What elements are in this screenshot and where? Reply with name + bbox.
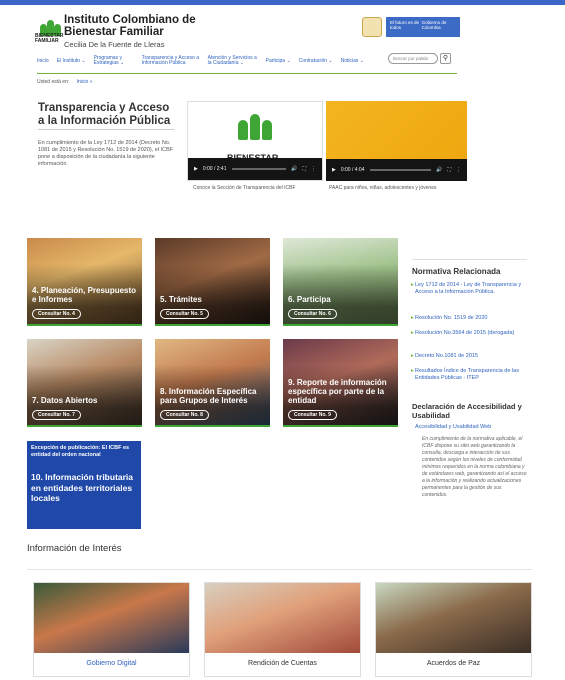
title-divider — [38, 129, 174, 130]
main-nav: Inicio El Instituto ⌄ Programas y Estrat… — [37, 54, 372, 68]
interest-divider — [27, 569, 532, 570]
card-label[interactable]: Gobierno Digital — [34, 660, 189, 667]
video-time: 0:00 / 4:04 — [340, 167, 365, 173]
tile-planeacion[interactable]: 4. Planeación, Presupuesto e Informes Co… — [27, 238, 142, 326]
video-time: 0:00 / 2:41 — [202, 166, 227, 172]
breadcrumb-home[interactable]: Inicio » — [77, 79, 93, 85]
consult-button[interactable]: Consultar No. 6 — [288, 309, 337, 319]
video-player-transparencia[interactable]: BIENESTAR FAMILIAR ▶ 0:00 / 2:41 🔊 ⛶ ⋮ — [187, 101, 323, 181]
tile-grupos-interes[interactable]: 8. Información Específica para Grupos de… — [155, 339, 270, 427]
declaration-link[interactable]: Accesibilidad y Usabilidad Web — [415, 424, 491, 430]
logo-wordmark: BIENESTAR FAMILIAR — [35, 33, 64, 44]
nav-divider — [37, 73, 457, 74]
nav-item-inicio[interactable]: Inicio — [37, 58, 49, 64]
nav-item-transparencia[interactable]: Transparencia y Acceso a Información Púb… — [142, 56, 200, 66]
consult-button[interactable]: Consultar No. 8 — [160, 410, 209, 420]
tile-datos-abiertos[interactable]: 7. Datos Abiertos Consultar No. 7 — [27, 339, 142, 427]
play-icon[interactable]: ▶ — [332, 167, 336, 173]
nav-item-participa[interactable]: Participa ⌄ — [266, 58, 291, 64]
gov-name: Gobierno de Colombia — [421, 20, 447, 30]
tile-tramites[interactable]: 5. Trámites Consultar No. 5 — [155, 238, 270, 326]
related-link[interactable]: Resolución No. 1519 de 2020 — [411, 315, 525, 322]
declaration-text: En cumplimiento de la normativa aplicabl… — [422, 436, 527, 498]
card-photo — [376, 583, 531, 653]
volume-icon[interactable]: 🔊 — [291, 166, 297, 172]
search-icon[interactable]: ⚲ — [440, 53, 451, 64]
nav-item-instituto[interactable]: El Instituto ⌄ — [57, 58, 86, 64]
video-caption: Conoce la Sección de Transparencia del I… — [193, 185, 296, 191]
tile-reporte[interactable]: 9. Reporte de información específica por… — [283, 339, 398, 427]
card-photo — [34, 583, 189, 653]
tile-title: 9. Reporte de información específica por… — [288, 378, 387, 405]
family-logo-icon: BIENESTAR FAMILIAR — [35, 14, 64, 44]
card-label[interactable]: Rendición de Cuentas — [205, 660, 360, 667]
fullscreen-icon[interactable]: ⛶ — [302, 166, 306, 172]
card-gobierno-digital[interactable]: Gobierno Digital — [33, 582, 190, 677]
icbf-logo[interactable]: BIENESTAR FAMILIAR — [35, 14, 64, 44]
related-link[interactable]: Decreto No.1081 de 2015 — [411, 353, 525, 360]
video-controls[interactable]: ▶ 0:00 / 4:04 🔊 ⛶ ⋮ — [326, 159, 467, 181]
consult-button[interactable]: Consultar No. 7 — [32, 410, 81, 420]
consult-button[interactable]: Consultar No. 9 — [288, 410, 337, 420]
aside-title: Normativa Relacionada — [412, 267, 501, 276]
fullscreen-icon[interactable]: ⛶ — [447, 167, 451, 173]
search-input[interactable]: Buscar por palabr — [388, 53, 438, 64]
declaration-title: Declaración de Accesibilidad y Usabilida… — [412, 402, 522, 420]
consult-button[interactable]: Consultar No. 4 — [32, 309, 81, 319]
intro-text: En cumplimiento de la Ley 1712 de 2014 (… — [38, 140, 174, 167]
top-accent-bar — [0, 0, 565, 5]
card-label[interactable]: Acuerdos de Paz — [376, 660, 531, 667]
video-controls[interactable]: ▶ 0:00 / 2:41 🔊 ⛶ ⋮ — [188, 158, 322, 180]
more-options-icon[interactable]: ⋮ — [456, 167, 461, 173]
volume-icon[interactable]: 🔊 — [436, 167, 442, 173]
interest-title: Información de Interés — [27, 543, 122, 554]
card-acuerdos-paz[interactable]: Acuerdos de Paz — [375, 582, 532, 677]
institution-subtitle: Cecilia De la Fuente de Lleras — [64, 40, 165, 49]
publication-exception: Excepción de publicación: El ICBF es ent… — [31, 445, 130, 458]
progress-track[interactable] — [369, 169, 432, 171]
card-rendicion-cuentas[interactable]: Rendición de Cuentas — [204, 582, 361, 677]
institution-name[interactable]: Instituto Colombiano de Bienestar Famili… — [64, 14, 204, 38]
coat-of-arms-icon — [362, 17, 382, 37]
aside-divider — [412, 259, 527, 260]
nav-item-atencion[interactable]: Atención y Servicios a la Ciudadanía ⌄ — [208, 56, 258, 66]
nav-item-programas[interactable]: Programas y Estrategias ⌄ — [94, 56, 134, 66]
breadcrumb: Usted está en: Inicio » — [37, 79, 92, 85]
progress-track[interactable] — [231, 168, 287, 170]
tile-title: 7. Datos Abiertos — [32, 396, 98, 405]
video-player-paac[interactable]: ▶ 0:00 / 4:04 🔊 ⛶ ⋮ — [326, 101, 467, 181]
government-badge[interactable]: El futuro es de todos Gobierno de Colomb… — [362, 17, 460, 37]
gov-banner: El futuro es de todos Gobierno de Colomb… — [386, 17, 460, 37]
card-photo — [205, 583, 360, 653]
page-title: Transparencia y Acceso a la Información … — [38, 102, 171, 127]
tile-informacion-tributaria[interactable]: Excepción de publicación: El ICBF es ent… — [27, 441, 141, 529]
more-options-icon[interactable]: ⋮ — [311, 166, 316, 172]
play-icon[interactable]: ▶ — [194, 166, 198, 172]
gov-slogan: El futuro es de todos — [390, 20, 420, 30]
breadcrumb-prefix: Usted está en: — [37, 79, 70, 85]
nav-item-noticias[interactable]: Noticias ⌄ — [341, 58, 364, 64]
tile-title: 4. Planeación, Presupuesto e Informes — [32, 286, 137, 304]
related-link[interactable]: Ley 1712 de 2014 - Ley de Transparencia … — [411, 282, 525, 296]
nav-item-contratacion[interactable]: Contratación ⌄ — [299, 58, 333, 64]
tile-title: 6. Participa — [288, 295, 331, 304]
related-link[interactable]: Resolución No.3564 de 2015 (derogada) — [411, 330, 525, 337]
video-caption: PAAC para niños, niñas, adolescentes y j… — [329, 185, 437, 191]
consult-button[interactable]: Consultar No. 5 — [160, 309, 209, 319]
tile-title: 8. Información Específica para Grupos de… — [160, 387, 257, 405]
tile-participa[interactable]: 6. Participa Consultar No. 6 — [283, 238, 398, 326]
related-link[interactable]: Resultados Índice de Transparencia de la… — [411, 368, 525, 382]
tile-title: 10. Información tributaria en entidades … — [31, 472, 134, 503]
tile-title: 5. Trámites — [160, 295, 202, 304]
